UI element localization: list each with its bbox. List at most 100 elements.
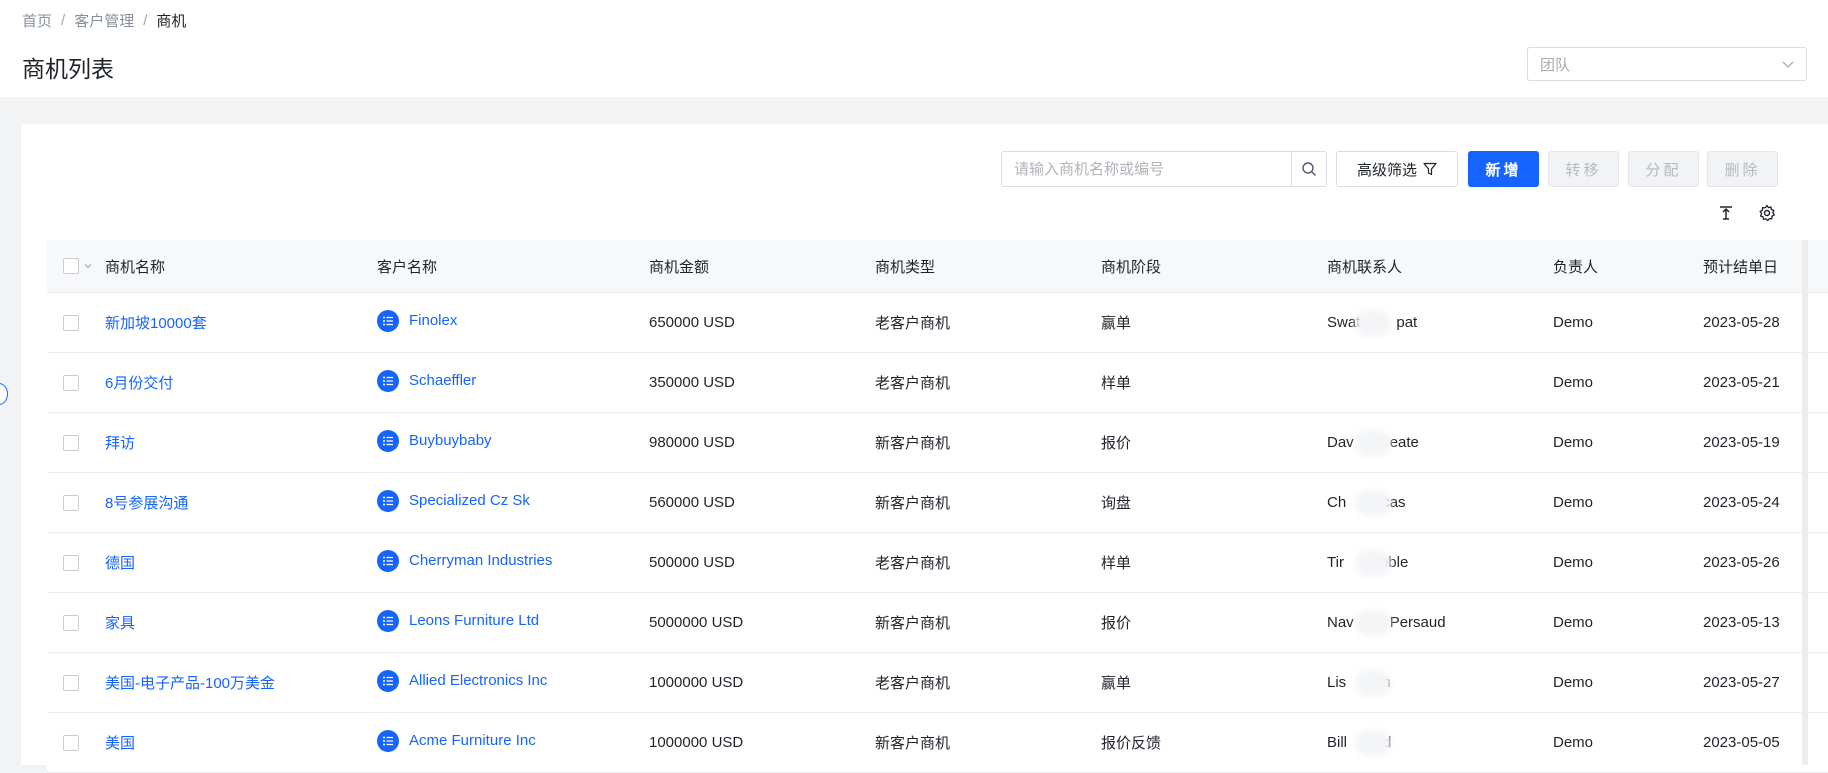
header-customer-name[interactable]: 客户名称 [377,240,597,292]
contact-cell [1327,353,1527,412]
search-box [1001,151,1327,187]
sidebar-collapse-handle[interactable] [0,383,8,405]
customer-name-link[interactable]: Specialized Cz Sk [409,492,530,509]
row-height-button[interactable] [1715,202,1737,224]
opportunity-name-link[interactable]: 德国 [105,552,135,573]
list-icon [377,609,399,632]
breadcrumb-separator: / [61,12,66,29]
horizontal-scroll-edge[interactable] [1802,240,1808,765]
stage-cell: 询盘 [1101,495,1132,512]
breadcrumb: 首页 / 客户管理 / 商机 [22,10,186,31]
new-button[interactable]: 新增 [1468,151,1539,187]
team-select-placeholder: 团队 [1540,56,1571,74]
customer-name-link[interactable]: Finolex [409,312,457,329]
header-contact[interactable]: 商机联系人 [1327,240,1527,292]
team-select[interactable]: 团队 [1527,47,1807,81]
breadcrumb-current: 商机 [156,13,187,30]
opportunity-name-link[interactable]: 家具 [105,612,135,633]
table-row[interactable]: 拜访 Buybuybaby 980000 USD 新客户商机 报价 Dav eat… [47,413,1828,473]
customer-name-link[interactable]: Buybuybaby [409,432,492,449]
opportunity-list-card: 高级筛选 新增 转移 分配 删除 商机名称 客户名称 商机金额 商机类型 商机阶… [21,124,1828,773]
delete-button[interactable]: 删除 [1707,151,1778,187]
opportunity-name-link[interactable]: 新加坡10000套 [105,312,207,333]
opportunity-table: 商机名称 客户名称 商机金额 商机类型 商机阶段 商机联系人 负责人 预计结单日… [47,240,1828,773]
table-row[interactable]: 美国 Acme Furniture Inc 1000000 USD 新客户商机 … [47,713,1828,773]
chevron-down-icon [1782,61,1794,68]
privacy-blur [1355,430,1391,456]
list-icon [377,369,399,392]
stage-cell: 赢单 [1101,675,1132,692]
header-opportunity-name[interactable]: 商机名称 [105,240,365,292]
row-checkbox[interactable] [63,554,79,571]
amount-cell: 1000000 USD [649,734,744,751]
transfer-button[interactable]: 转移 [1548,151,1619,187]
advanced-filter-button[interactable]: 高级筛选 [1336,151,1458,187]
contact-name: Swat pat [1327,310,1417,336]
row-select-cell [63,593,93,652]
opportunity-name-link[interactable]: 8号参展沟通 [105,492,188,513]
table-row[interactable]: 美国-电子产品-100万美金 Allied Electronics Inc 10… [47,653,1828,713]
stage-cell: 报价 [1101,615,1132,632]
opportunity-name-link[interactable]: 美国-电子产品-100万美金 [105,672,275,693]
chevron-down-icon[interactable] [83,261,93,271]
owner-cell: Demo [1553,614,1594,631]
customer-name-link[interactable]: Leons Furniture Ltd [409,612,539,629]
amount-cell: 560000 USD [649,494,735,511]
contact-cell: Billd [1327,713,1527,772]
table-row[interactable]: 德国 Cherryman Industries 500000 USD 老客户商机… [47,533,1828,593]
table-row[interactable]: 新加坡10000套 Finolex 650000 USD 老客户商机 赢单 Sw… [47,293,1828,353]
row-checkbox[interactable] [63,674,79,691]
select-all-checkbox[interactable] [63,258,79,274]
expected-close-date-cell: 2023-05-28 [1703,314,1780,331]
header-type[interactable]: 商机类型 [875,240,1075,292]
privacy-blur [1355,310,1391,336]
header-stage[interactable]: 商机阶段 [1101,240,1301,292]
opportunity-name-link[interactable]: 拜访 [105,432,135,453]
amount-cell: 5000000 USD [649,614,744,631]
list-icon [377,489,399,512]
customer-name-link[interactable]: Allied Electronics Inc [409,672,547,689]
owner-cell: Demo [1553,554,1594,571]
header-amount[interactable]: 商机金额 [649,240,849,292]
header-owner[interactable]: 负责人 [1553,240,1693,292]
row-select-cell [63,473,93,532]
list-icon [377,729,399,752]
row-checkbox[interactable] [63,734,79,751]
customer-name-link[interactable]: Cherryman Industries [409,552,552,569]
customer-name-link[interactable]: Schaeffler [409,372,476,389]
search-input[interactable] [1002,152,1291,186]
header-select-all [63,240,93,292]
row-select-cell [63,713,93,772]
contact-name: Dav eate [1327,430,1419,456]
opportunity-name-link[interactable]: 6月份交付 [105,372,173,393]
owner-cell: Demo [1553,314,1594,331]
type-cell: 新客户商机 [875,615,951,632]
table-row[interactable]: 6月份交付 Schaeffler 350000 USD 老客户商机 样单 Dem… [47,353,1828,413]
table-settings-button[interactable] [1756,202,1778,224]
row-checkbox[interactable] [63,494,79,511]
column-height-icon [1720,206,1732,220]
row-checkbox[interactable] [63,314,79,331]
table-row[interactable]: 家具 Leons Furniture Ltd 5000000 USD 新客户商机… [47,593,1828,653]
owner-cell: Demo [1553,674,1594,691]
breadcrumb-separator: / [143,12,148,29]
row-checkbox[interactable] [63,434,79,451]
table-row[interactable]: 8号参展沟通 Specialized Cz Sk 560000 USD 新客户商… [47,473,1828,533]
table-body: 新加坡10000套 Finolex 650000 USD 老客户商机 赢单 Sw… [47,293,1828,773]
amount-cell: 980000 USD [649,434,735,451]
privacy-blur [1355,610,1391,636]
breadcrumb-home[interactable]: 首页 [22,10,52,31]
customer-name-link[interactable]: Acme Furniture Inc [409,732,536,749]
opportunity-name-link[interactable]: 美国 [105,732,135,753]
expected-close-date-cell: 2023-05-26 [1703,554,1780,571]
breadcrumb-customer-management[interactable]: 客户管理 [74,10,134,31]
owner-cell: Demo [1553,434,1594,451]
row-checkbox[interactable] [63,614,79,631]
contact-name: Ch cas [1327,490,1406,516]
row-checkbox[interactable] [63,374,79,391]
stage-cell: 赢单 [1101,315,1132,332]
search-button[interactable] [1291,152,1326,186]
assign-button[interactable]: 分配 [1628,151,1699,187]
expected-close-date-cell: 2023-05-21 [1703,374,1780,391]
header-expected-close-date[interactable]: 预计结单日 [1703,240,1828,292]
